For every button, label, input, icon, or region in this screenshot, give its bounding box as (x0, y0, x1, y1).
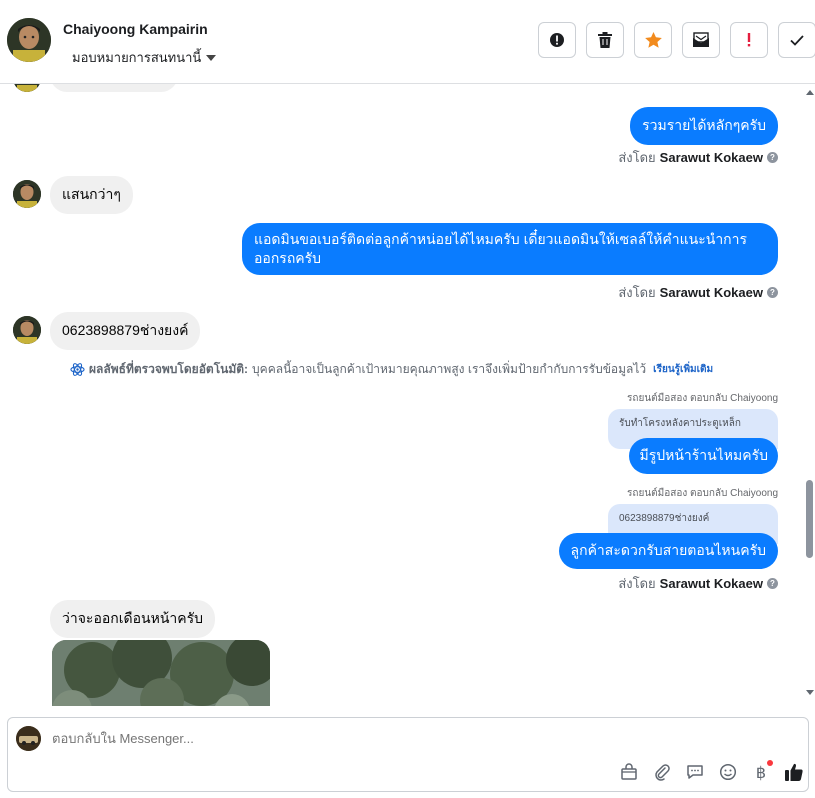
outgoing-message[interactable]: รวมรายได้หลักๆครับ (630, 107, 778, 145)
scroll-down-arrow-icon[interactable] (806, 690, 814, 695)
page-avatar (16, 726, 41, 751)
contact-avatar[interactable] (7, 18, 51, 62)
contact-name[interactable]: Chaiyoong Kampairin (63, 21, 208, 37)
mark-spam-button[interactable] (538, 22, 576, 58)
auto-detected-text: บุคคลนี้อาจเป็นลูกค้าเป้าหมายคุณภาพสูง เ… (252, 362, 647, 376)
conversation-header: Chaiyoong Kampairin มอบหมายการสนทนานี้ (0, 0, 815, 84)
assign-conversation-dropdown[interactable]: มอบหมายการสนทนานี้ (72, 47, 217, 68)
learn-more-link[interactable]: เรียนรู้เพิ่มเติม (653, 362, 713, 377)
shopping-bag-button[interactable] (618, 761, 640, 783)
incoming-message-clipped[interactable] (50, 84, 178, 92)
attached-photo[interactable] (52, 640, 270, 706)
trash-icon (598, 32, 612, 48)
sent-by-prefix: ส่งโดย (618, 285, 656, 300)
message-text: มีรูปหน้าร้านไหมครับ (639, 447, 768, 463)
like-button[interactable] (783, 761, 805, 783)
thumbs-up-icon (785, 763, 803, 781)
message-text: แอดมินขอเบอร์ติดต่อลูกค้าหน่อยได้ไหมครับ… (254, 231, 748, 266)
sent-by-agent[interactable]: Sarawut Kokaew (660, 576, 763, 591)
sent-by-prefix: ส่งโดย (618, 576, 656, 591)
help-icon[interactable]: ? (767, 578, 778, 589)
notification-dot (767, 760, 773, 766)
contact-avatar-small (13, 316, 41, 344)
sent-by-agent[interactable]: Sarawut Kokaew (660, 285, 763, 300)
scrollbar-thumb[interactable] (806, 480, 813, 558)
help-icon[interactable]: ? (767, 287, 778, 298)
composer-toolbar: ฿ (618, 760, 805, 783)
chat-bubble-icon (687, 765, 703, 779)
help-icon[interactable]: ? (767, 152, 778, 163)
delete-button[interactable] (586, 22, 624, 58)
attach-button[interactable] (651, 761, 673, 783)
contact-avatar-small (13, 180, 41, 208)
reply-input[interactable] (52, 731, 552, 746)
caret-down-icon (206, 54, 217, 61)
sent-by-label: ส่งโดย Sarawut Kokaew ? (618, 573, 778, 594)
sent-by-label: ส่งโดย Sarawut Kokaew ? (618, 147, 778, 168)
contact-avatar-small (13, 84, 41, 92)
baht-icon: ฿ (755, 762, 767, 782)
auto-detected-note: ผลลัพธ์ที่ตรวจพบโดยอัตโนมัติ: บุคคลนี้อา… (70, 360, 713, 379)
scroll-up-arrow-icon[interactable] (806, 90, 814, 95)
message-text: 0623898879ช่างยงค์ (62, 322, 189, 338)
message-text: รวมรายได้หลักๆครับ (642, 117, 766, 133)
mark-unread-button[interactable] (682, 22, 720, 58)
assign-label: มอบหมายการสนทนานี้ (72, 50, 202, 65)
sent-by-label: ส่งโดย Sarawut Kokaew ? (618, 282, 778, 303)
message-thread[interactable]: รวมรายได้หลักๆครับ ส่งโดย Sarawut Kokaew… (0, 84, 803, 706)
envelope-icon (693, 32, 709, 47)
outgoing-message[interactable]: ลูกค้าสะดวกรับสายตอนไหนครับ (558, 533, 778, 569)
sent-by-prefix: ส่งโดย (618, 150, 656, 165)
incoming-message[interactable]: แสนกว่าๆ (50, 176, 133, 214)
incoming-message[interactable]: 0623898879ช่างยงค์ (50, 312, 201, 350)
follow-up-button[interactable] (730, 22, 768, 58)
reply-composer: ฿ (7, 717, 809, 792)
reply-to-label: รถยนต์มือสอง ตอบกลับ Chaiyoong (627, 393, 778, 404)
shopping-bag-icon (621, 763, 637, 780)
payment-button[interactable]: ฿ (750, 760, 773, 783)
check-icon (790, 34, 804, 46)
reply-to-label: รถยนต์มือสอง ตอบกลับ Chaiyoong (627, 488, 778, 499)
mark-done-button[interactable] (778, 22, 815, 58)
conversation-actions (538, 22, 815, 58)
smiley-icon (719, 763, 737, 781)
atom-icon (70, 363, 85, 376)
star-icon (644, 32, 662, 48)
message-text: แสนกว่าๆ (62, 186, 121, 202)
incoming-message[interactable]: ว่าจะออกเดือนหน้าครับ (50, 600, 216, 638)
sent-by-agent[interactable]: Sarawut Kokaew (660, 150, 763, 165)
auto-detected-title: ผลลัพธ์ที่ตรวจพบโดยอัตโนมัติ: (89, 362, 249, 376)
paperclip-icon (655, 764, 670, 781)
outgoing-message[interactable]: มีรูปหน้าร้านไหมครับ (629, 438, 778, 474)
exclamation-icon (747, 33, 751, 47)
message-text: ลูกค้าสะดวกรับสายตอนไหนครับ (570, 542, 766, 558)
message-text: ว่าจะออกเดือนหน้าครับ (62, 610, 204, 626)
emoji-button[interactable] (717, 761, 739, 783)
alert-circle-icon (550, 33, 564, 47)
message-scrollbar[interactable] (803, 84, 815, 706)
saved-replies-button[interactable] (684, 761, 706, 783)
outgoing-message[interactable]: แอดมินขอเบอร์ติดต่อลูกค้าหน่อยได้ไหมครับ… (242, 223, 778, 275)
star-button[interactable] (634, 22, 672, 58)
